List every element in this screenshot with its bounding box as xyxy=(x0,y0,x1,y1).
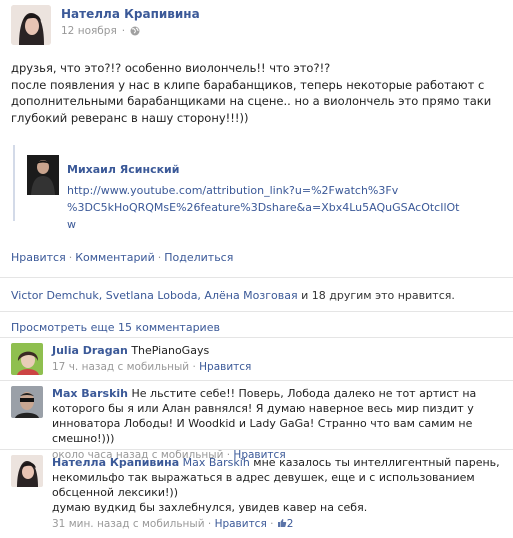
divider xyxy=(0,337,513,338)
comment-text-line2: думаю вудкид бы захлебнулся, увидев каве… xyxy=(52,501,368,514)
likers-link[interactable]: Victor Demchuk, Svetlana Loboda, Алёна М… xyxy=(11,289,298,302)
divider xyxy=(0,380,513,381)
view-more-comments-link[interactable]: Просмотреть еще 15 комментариев xyxy=(11,321,220,334)
comment-like-button[interactable]: Нравится xyxy=(199,361,251,373)
comment-text: ThePianoGays xyxy=(131,344,210,357)
divider xyxy=(0,311,513,312)
comment-author[interactable]: Нателла Крапивина xyxy=(52,456,179,469)
comment-like-count[interactable]: 2 xyxy=(287,518,294,530)
comment-time[interactable]: 31 мин. назад с мобильный xyxy=(52,518,205,530)
globe-icon xyxy=(130,26,140,36)
post-actions: Нравится · Комментарий · Поделиться xyxy=(11,251,234,264)
comment-author[interactable]: Julia Dragan xyxy=(52,344,128,357)
likes-summary: Victor Demchuk, Svetlana Loboda, Алёна М… xyxy=(11,289,455,302)
commenter-avatar[interactable] xyxy=(11,386,43,418)
post-meta: 12 ноября · xyxy=(61,25,140,37)
comment-like-button[interactable]: Нравится xyxy=(215,518,267,530)
divider xyxy=(0,277,513,278)
post-date[interactable]: 12 ноября xyxy=(61,25,117,37)
post-author-name[interactable]: Нателла Крапивина xyxy=(61,7,200,21)
thumbs-up-icon xyxy=(277,519,287,527)
shared-author-name[interactable]: Михаил Ясинский xyxy=(67,163,179,176)
shared-attachment: Михаил Ясинский http://www.youtube.com/a… xyxy=(13,145,473,231)
share-button[interactable]: Поделиться xyxy=(164,251,233,264)
divider xyxy=(0,449,513,450)
like-button[interactable]: Нравится xyxy=(11,251,66,264)
commenter-avatar[interactable] xyxy=(11,343,43,375)
comment-time[interactable]: 17 ч. назад с мобильный xyxy=(52,361,189,373)
post-text: друзья, что это?!? особенно виолончель!!… xyxy=(11,61,492,125)
comment-button[interactable]: Комментарий xyxy=(75,251,155,264)
post-author-avatar[interactable] xyxy=(11,5,51,45)
comment-mention[interactable]: Max Barskih xyxy=(183,456,250,469)
commenter-avatar[interactable] xyxy=(11,455,43,487)
shared-link[interactable]: http://www.youtube.com/attribution_link?… xyxy=(67,182,467,233)
shared-author-avatar[interactable] xyxy=(27,155,59,195)
comment-author[interactable]: Max Barskih xyxy=(52,387,128,400)
